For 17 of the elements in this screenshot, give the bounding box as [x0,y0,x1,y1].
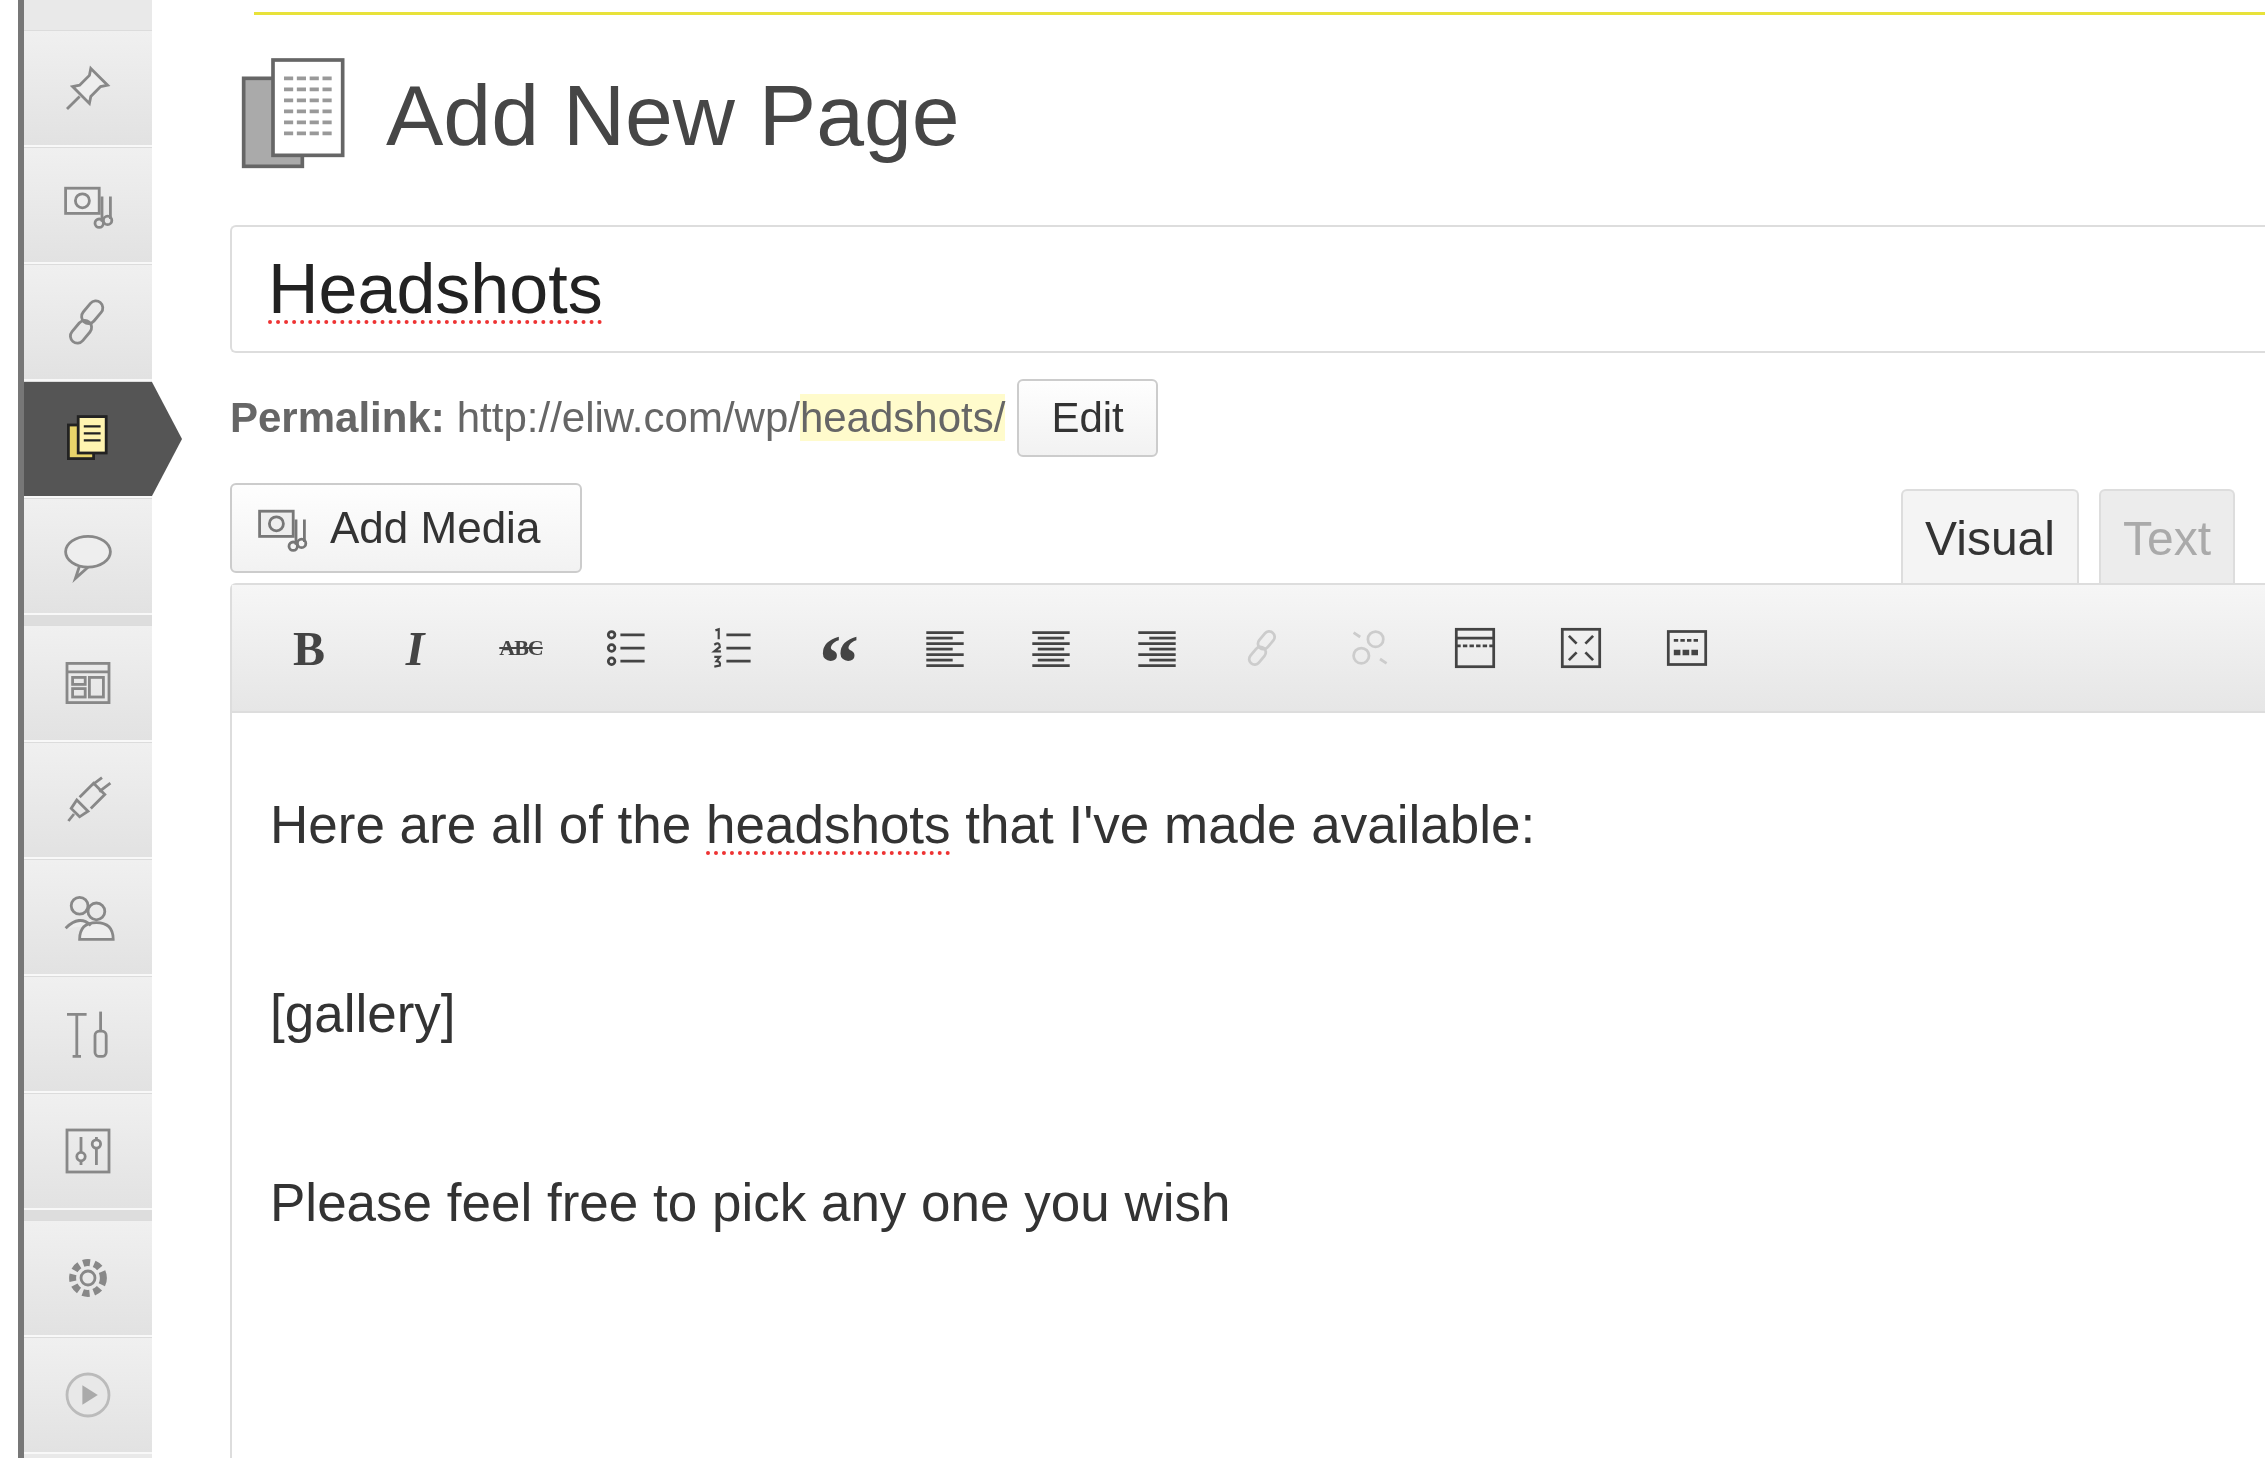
paragraph: Please feel free to pick any one you wish [270,1171,1232,1234]
quote-button[interactable]: “ [812,616,866,680]
edit-button[interactable]: Edit [1017,379,1158,457]
add-media-button[interactable]: Add Media [230,483,583,573]
fullscreen-icon [1559,626,1603,670]
italic-button[interactable]: I [388,616,442,680]
title-field[interactable]: Headshots [230,225,2265,353]
permalink-label: Permalink: [230,394,445,442]
editor-content[interactable]: Here are all of the headshots that I've made available: [gallery] Please feel free to pick any one you wish [232,713,2265,1458]
paragraph: [gallery] [270,982,457,1045]
strike-button[interactable]: ABC [494,616,548,680]
permalink-url: http://eliw.com/wp/headshots/ [456,394,1006,442]
more-icon [1453,626,1497,670]
bold-button[interactable]: B [282,616,336,680]
paragraph: Here are all of the headshots that I've made available: [270,794,1537,856]
editor-tab[interactable]: Visual [1901,489,2079,585]
page-title: Add New Page [386,65,960,165]
